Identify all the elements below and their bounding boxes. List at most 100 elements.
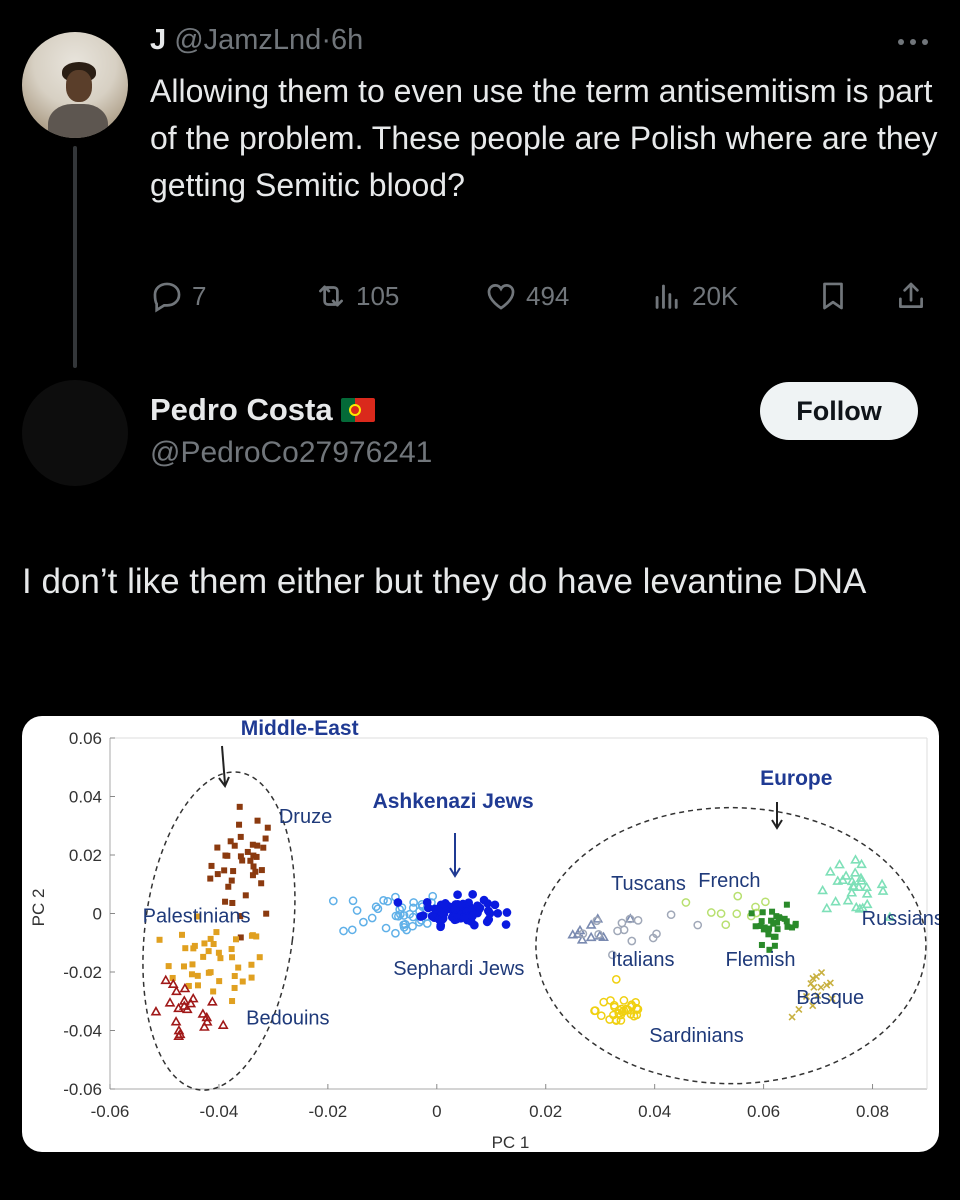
- data-point: [877, 885, 889, 895]
- data-point: [170, 1016, 182, 1026]
- data-point: [611, 975, 621, 984]
- avatar[interactable]: [22, 380, 128, 486]
- series-label-tuscans: Tuscans: [611, 873, 686, 895]
- series-label-russians: Russians: [862, 908, 939, 930]
- data-point: [585, 931, 597, 942]
- y-tick-label: 0.02: [69, 846, 102, 865]
- data-point: [850, 854, 861, 864]
- repost-button[interactable]: 105: [314, 276, 399, 316]
- data-point: [759, 909, 766, 916]
- data-point: [199, 1021, 210, 1031]
- data-point: [254, 817, 261, 824]
- handle[interactable]: @PedroCo27976241: [150, 436, 432, 470]
- data-point: [249, 932, 256, 939]
- series-label-italians: Italians: [611, 949, 674, 971]
- data-point: [758, 941, 765, 948]
- data-point: [250, 863, 257, 870]
- data-point: [733, 891, 743, 901]
- data-point: [627, 936, 637, 946]
- data-point: [233, 936, 240, 943]
- series-label-palestinians: Palestinians: [143, 905, 251, 927]
- avatar[interactable]: [22, 32, 128, 138]
- data-point: [236, 821, 243, 828]
- data-point: [842, 895, 854, 905]
- data-point: [493, 908, 503, 918]
- avatar-face: [66, 70, 92, 102]
- data-point: [706, 908, 716, 917]
- data-point: [339, 926, 348, 936]
- data-point: [208, 862, 215, 869]
- region-label-europe: Europe: [760, 767, 832, 790]
- data-point: [217, 955, 224, 962]
- data-point: [256, 954, 263, 961]
- data-point: [418, 911, 428, 920]
- data-point: [248, 974, 255, 981]
- data-point: [373, 904, 383, 914]
- data-point: [215, 949, 222, 956]
- data-point: [721, 920, 731, 930]
- data-point: [391, 928, 400, 938]
- x-tick-label: 0.04: [638, 1102, 671, 1121]
- data-point: [164, 997, 176, 1007]
- views-button[interactable]: 20K: [650, 276, 738, 316]
- attached-image-pca-chart[interactable]: -0.06 -0.04 -0.02 0 0.02 0.04 0.06 0.08 0.06 0.04…: [22, 716, 939, 1152]
- y-tick-label: -0.06: [63, 1080, 102, 1099]
- like-button[interactable]: 494: [484, 276, 569, 316]
- data-point: [450, 904, 460, 914]
- reply-button[interactable]: 7: [150, 276, 206, 316]
- tweet-text: I don’t like them either but they do hav…: [22, 562, 867, 601]
- display-name[interactable]: Pedro Costa: [150, 392, 333, 428]
- follow-button[interactable]: Follow: [760, 382, 918, 440]
- x-tick-label: 0.06: [747, 1102, 780, 1121]
- data-point: [440, 900, 450, 910]
- data-point: [748, 910, 755, 917]
- data-point: [771, 942, 778, 949]
- timestamp[interactable]: 6h: [331, 24, 363, 56]
- tweet-text: Allowing them to even use the term antis…: [150, 73, 938, 203]
- bookmark-button[interactable]: [816, 276, 850, 316]
- data-point: [774, 926, 781, 933]
- region-label-ashkenazi-jews: Ashkenazi Jews: [373, 790, 534, 813]
- x-tick-label: -0.06: [91, 1102, 130, 1121]
- data-point: [229, 998, 236, 1005]
- more-options-icon[interactable]: [890, 36, 936, 48]
- data-point: [732, 909, 742, 919]
- x-tick-label: -0.04: [200, 1102, 239, 1121]
- data-point: [830, 896, 841, 906]
- tweet-actions: 7 105 494 20K: [150, 276, 940, 316]
- data-point: [258, 880, 265, 887]
- data-point: [237, 853, 244, 860]
- series-sardinians: [590, 975, 643, 1025]
- data-point: [213, 929, 220, 936]
- data-point: [201, 940, 208, 947]
- display-name[interactable]: J: [150, 24, 166, 56]
- data-point: [236, 803, 243, 810]
- data-point: [222, 852, 229, 859]
- data-point: [217, 1019, 229, 1029]
- data-point: [328, 896, 338, 906]
- data-point: [231, 984, 238, 991]
- data-point: [468, 890, 478, 899]
- thread-connector-line: [73, 146, 77, 368]
- data-point: [178, 931, 185, 938]
- data-point: [761, 897, 770, 907]
- share-button[interactable]: [894, 276, 928, 316]
- data-point: [258, 867, 265, 874]
- data-point: [617, 918, 627, 928]
- data-point: [248, 961, 255, 968]
- data-point: [430, 904, 440, 914]
- data-point: [633, 916, 643, 925]
- data-point: [171, 985, 182, 996]
- data-point: [194, 982, 201, 989]
- data-point: [752, 923, 759, 930]
- data-point: [861, 898, 873, 909]
- data-point: [221, 867, 228, 874]
- like-count: 494: [526, 280, 570, 311]
- x-tick-label: 0: [432, 1102, 441, 1121]
- tweet-header: J @JamzLnd·6h: [150, 24, 363, 57]
- data-point: [189, 961, 196, 968]
- data-point: [502, 908, 512, 917]
- handle[interactable]: @JamzLnd: [174, 24, 321, 56]
- data-point: [436, 922, 445, 932]
- data-point: [237, 833, 244, 840]
